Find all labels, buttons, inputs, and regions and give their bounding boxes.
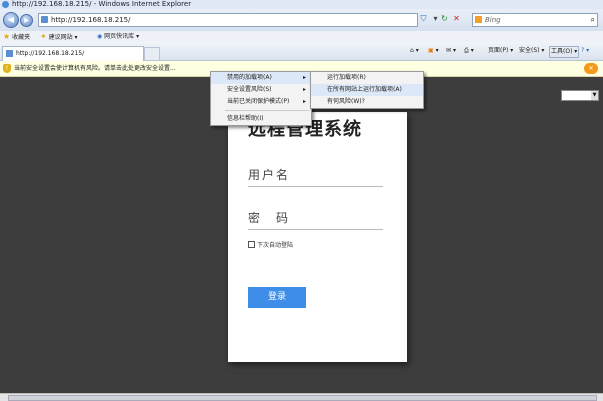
- tab-row: http://192.168.18.215/ ⌂ ▾ ▣ ▾ ✉ ▾ ⎙ ▾ 页…: [0, 42, 603, 61]
- suggested-sites-label: 建议网站 ▾: [48, 34, 78, 41]
- menu-divider: [225, 110, 309, 111]
- refresh-icon[interactable]: ↻: [440, 14, 449, 23]
- print-button[interactable]: ⎙ ▾: [464, 46, 474, 56]
- password-placeholder: 密 码: [248, 211, 291, 225]
- forward-arrow-icon: ▶: [24, 17, 29, 24]
- submenu-arrow-icon: ▸: [302, 98, 306, 105]
- address-row: ◀ ▶ http://192.168.18.215/ ⛉ ▾ ↻ ✕ Bing …: [0, 9, 603, 31]
- search-icon[interactable]: ⌕: [591, 14, 595, 26]
- infobar-context-menu: 禁用的加载项(A) ▸ 安全设置风险(S) ▸ 当前已关闭保护模式(P) ▸ 信…: [210, 71, 312, 126]
- dropdown-icon[interactable]: ▾: [431, 14, 440, 23]
- new-tab-button[interactable]: [144, 47, 160, 61]
- infobar-text: 当前安全设置会使计算机有风险。请单击此处更改安全设置...: [14, 65, 176, 72]
- favorites-label: 收藏夹: [12, 34, 31, 41]
- chevron-down-icon: ▼: [591, 91, 598, 100]
- infobar-close-icon[interactable]: ✕: [584, 63, 598, 74]
- home-button[interactable]: ⌂ ▾: [410, 46, 419, 56]
- webslice-label: 网页快讯库 ▾: [104, 33, 140, 40]
- tab-current[interactable]: http://192.168.18.215/: [2, 46, 144, 61]
- page-menu[interactable]: 页面(P) ▾: [488, 46, 513, 56]
- stop-icon[interactable]: ✕: [452, 14, 461, 23]
- menu-item-run-addon-all-sites[interactable]: 在所有网站上运行加载项(A): [311, 84, 423, 96]
- tab-title: http://192.168.18.215/: [16, 50, 85, 57]
- submenu-arrow-icon: ▸: [302, 86, 306, 93]
- back-arrow-icon: ◀: [7, 15, 15, 24]
- menu-item-security-risk[interactable]: 安全设置风险(S) ▸: [211, 84, 311, 96]
- search-box[interactable]: Bing ⌕: [472, 13, 598, 27]
- menu-item-label: 禁用的加载项(A): [227, 74, 272, 81]
- feeds-button[interactable]: ▣ ▾: [428, 46, 439, 56]
- menu-item-infobar-help[interactable]: 信息栏帮助(I): [211, 113, 311, 125]
- mail-icon: ✉: [446, 47, 452, 54]
- tools-menu[interactable]: 工具(O) ▾: [549, 46, 580, 58]
- username-placeholder: 用户名: [248, 168, 291, 182]
- mail-button[interactable]: ✉ ▾: [446, 46, 456, 56]
- bing-icon: [475, 16, 482, 23]
- menu-item-protected-mode[interactable]: 当前已关闭保护模式(P) ▸: [211, 96, 311, 108]
- forward-button[interactable]: ▶: [20, 14, 33, 27]
- webslice-gallery-button[interactable]: ◉ 网页快讯库 ▾: [97, 31, 139, 42]
- safety-menu[interactable]: 安全(S) ▾: [519, 46, 544, 56]
- window-title: http://192.168.18.215/ - Windows Interne…: [12, 0, 192, 8]
- page-icon: [6, 50, 13, 57]
- page-select[interactable]: ▼: [561, 90, 599, 101]
- address-url: http://192.168.18.215/: [51, 16, 131, 24]
- feeds-icon: ▣: [428, 47, 434, 54]
- menu-item-label: 信息栏帮助(I): [227, 115, 264, 122]
- help-menu[interactable]: ? ▾: [581, 46, 589, 56]
- page-icon: [41, 16, 48, 23]
- remember-label: 下次自动登陆: [257, 242, 294, 249]
- username-input[interactable]: 用户名: [248, 164, 383, 187]
- scrollbar-thumb[interactable]: [8, 395, 597, 401]
- ie-icon: [2, 1, 9, 8]
- remember-me[interactable]: 下次自动登陆: [248, 241, 293, 250]
- print-icon: ⎙: [464, 47, 469, 54]
- menu-item-run-addon[interactable]: 运行加载项(R): [311, 72, 423, 84]
- submenu-arrow-icon: ▸: [302, 74, 306, 81]
- login-button[interactable]: 登录: [248, 287, 306, 308]
- menu-item-label: 安全设置风险(S): [227, 86, 272, 93]
- back-button[interactable]: ◀: [3, 12, 19, 28]
- search-placeholder: Bing: [485, 16, 501, 24]
- remember-checkbox[interactable]: [248, 241, 255, 248]
- star-icon: ★: [3, 32, 11, 41]
- add-favorite-icon: ✦: [40, 32, 47, 41]
- addons-submenu: 运行加载项(R) 在所有网站上运行加载项(A) 有何风险(W)?: [310, 71, 424, 109]
- password-input[interactable]: 密 码: [248, 207, 383, 230]
- home-icon: ⌂: [410, 47, 414, 54]
- compatibility-icon[interactable]: ⛉: [419, 14, 428, 23]
- menu-item-disabled-addons[interactable]: 禁用的加载项(A) ▸: [211, 72, 311, 84]
- address-bar[interactable]: http://192.168.18.215/: [38, 13, 418, 27]
- shield-warning-icon: !: [3, 64, 11, 73]
- webslice-icon: ◉: [97, 33, 103, 40]
- login-card: 远程管理系统 用户名 密 码 下次自动登陆 登录: [228, 112, 407, 362]
- menu-item-what-risk[interactable]: 有何风险(W)?: [311, 96, 423, 108]
- menu-item-label: 当前已关闭保护模式(P): [227, 98, 290, 105]
